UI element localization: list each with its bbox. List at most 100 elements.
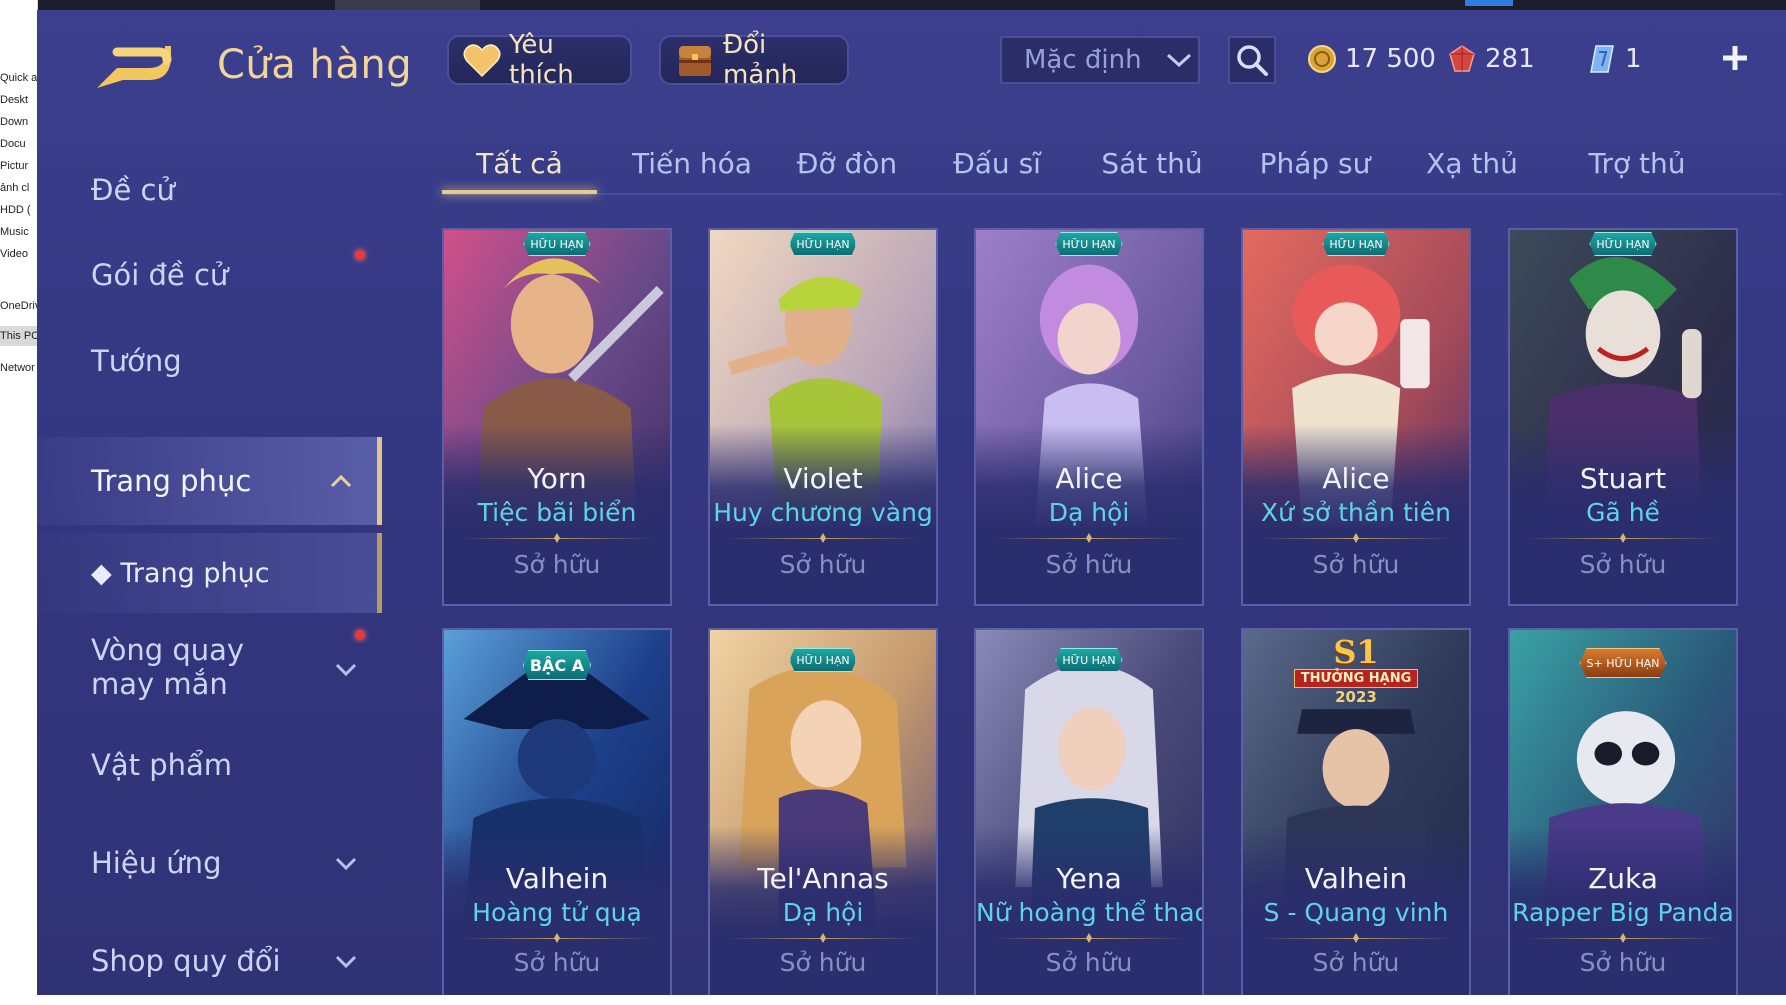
divider [726,538,920,539]
sidebar-item-items[interactable]: Vật phẩm [37,730,382,800]
skin-card[interactable]: HỮU HẠN Yorn Tiệc bãi biển Sở hữu [442,228,672,606]
skin-name: Dạ hội [1048,498,1130,527]
sidebar-item-label: Hiệu ứng [91,846,222,880]
tab-tank[interactable]: Đỡ đòn [782,138,912,190]
skin-name: Nữ hoàng thể thao [976,898,1204,927]
hero-name: Zuka [1588,862,1658,895]
notification-dot [355,630,365,640]
gold-coin-icon [1308,45,1336,73]
divider [460,538,654,539]
tab-assassin[interactable]: Sát thủ [1092,138,1212,190]
divider [1259,938,1453,939]
tab-evolution[interactable]: Tiến hóa [617,138,767,190]
owned-status: Sở hữu [513,550,601,579]
skin-card[interactable]: HỮU HẠN Yena Nữ hoàng thể thao Sở hữu [974,628,1204,995]
sidebar-item-label: Trang phục [91,464,252,498]
sort-selected-value: Mặc định [1024,45,1142,75]
active-tab-indicator [442,190,597,194]
hero-name: Alice [1322,462,1390,495]
tab-marksman[interactable]: Xạ thủ [1412,138,1532,190]
skin-card[interactable]: HỮU HẠN Violet Huy chương vàng Sở hữu [708,228,938,606]
os-window-tab-active[interactable] [1465,0,1513,6]
explorer-item[interactable]: This PC [0,326,37,346]
tab-fighter[interactable]: Đấu sĩ [937,138,1057,190]
owned-status: Sở hữu [1045,550,1133,579]
explorer-item[interactable]: Quick a [0,68,37,88]
search-icon [1237,45,1268,76]
skin-card[interactable]: HỮU HẠN Tel'Annas Dạ hội Sở hữu [708,628,938,995]
owned-status: Sở hữu [1579,948,1667,977]
owned-status: Sở hữu [779,948,867,977]
hero-name: Yena [1056,862,1122,895]
sidebar-item-exchange-shop[interactable]: Shop quy đổi [37,926,382,995]
plus-icon [1723,46,1747,70]
limited-badge: HỮU HẠN [1055,648,1123,672]
limited-badge: HỮU HẠN [1322,232,1390,256]
sidebar-subitem-skins[interactable]: ◆ Trang phục [37,533,382,613]
explorer-item[interactable]: HDD ( [0,200,37,220]
sidebar-item-label: Gói đề cử [91,258,229,292]
chevron-up-icon [330,474,352,488]
os-window-top-bar [0,0,1786,10]
tabs-divider [442,193,1782,195]
sidebar-item-heroes[interactable]: Tướng [37,326,382,396]
skin-card[interactable]: HỮU HẠN Stuart Gã hề Sở hữu [1508,228,1738,606]
sidebar-item-effects[interactable]: Hiệu ứng [37,828,382,898]
os-window-tab[interactable] [335,0,480,10]
skin-card[interactable]: HỮU HẠN Alice Dạ hội Sở hữu [974,228,1204,606]
voucher-balance: 281 [1447,34,1535,84]
file-explorer-nav-pane: Quick a Deskt Down Docu Pictur ảnh cl HD… [0,0,38,1005]
sidebar-item-lucky-wheel[interactable]: Vòng quay may mắn [37,622,382,712]
back-button[interactable] [87,40,177,96]
explorer-item[interactable]: Deskt [0,90,37,110]
tab-all[interactable]: Tất cả [442,138,597,190]
skin-name: Tiệc bãi biển [477,498,637,527]
hero-name: Tel'Annas [757,862,889,895]
sort-dropdown[interactable]: Mặc định [1000,36,1200,84]
game-shop-window: Cửa hàng Yêu thích Đổi mảnh Mặc định 17 … [37,10,1786,995]
tab-mage[interactable]: Pháp sư [1250,138,1380,190]
limited-badge: HỮU HẠN [523,232,591,256]
explorer-item[interactable]: Networ [0,358,37,378]
chevron-down-icon [335,955,357,969]
hero-name: Valhein [1304,862,1408,895]
owned-status: Sở hữu [1312,550,1400,579]
os-bottom-edge [0,995,1786,1005]
diamond-balance: 1 [1587,34,1642,84]
sidebar-item-recommended[interactable]: Đề cử [37,155,382,225]
divider [992,938,1186,939]
divider [1259,538,1453,539]
sidebar-item-recommended-bundles[interactable]: Gói đề cử [37,240,382,310]
hero-name: Yorn [527,462,587,495]
hero-name: Valhein [505,862,609,895]
ranked-reward-badge: S1 THƯỞNG HẠNG 2023 [1293,634,1419,706]
skin-name: Xứ sở thần tiên [1261,498,1451,527]
explorer-item[interactable]: Down [0,112,37,132]
skin-name: Dạ hội [782,898,864,927]
skin-card[interactable]: S+ HỮU HẠN Zuka Rapper Big Panda Sở hữu [1508,628,1738,995]
owned-status: Sở hữu [1579,550,1667,579]
skin-card[interactable]: HỮU HẠN Alice Xứ sở thần tiên Sở hữu [1241,228,1471,606]
tab-support[interactable]: Trợ thủ [1572,138,1702,190]
explorer-item[interactable]: OneDriv [0,296,37,316]
sidebar-item-label: Vòng quay may mắn [91,633,245,701]
skin-card[interactable]: BẬC A Valhein Hoàng tử quạ Sở hữu [442,628,672,995]
explorer-item[interactable]: Docu [0,134,37,154]
favorites-button[interactable]: Yêu thích [447,30,632,90]
blue-crystal-icon [1590,45,1614,73]
skin-name: Huy chương vàng [713,498,933,527]
skin-card[interactable]: S1 THƯỞNG HẠNG 2023 Valhein S - Quang vi… [1241,628,1471,995]
gold-balance: 17 500 [1307,34,1436,84]
add-currency-button[interactable] [1713,36,1757,80]
treasure-chest-icon [675,40,715,80]
sidebar-item-skins[interactable]: Trang phục [37,437,382,525]
explorer-item[interactable]: Video [0,244,37,264]
owned-status: Sở hữu [1045,948,1133,977]
search-button[interactable] [1228,36,1276,84]
exchange-shards-button[interactable]: Đổi mảnh [659,30,849,90]
sidebar-item-label: Tướng [91,344,182,378]
voucher-amount: 281 [1485,44,1535,74]
explorer-item[interactable]: Music [0,222,37,242]
explorer-item[interactable]: ảnh cl [0,178,37,198]
explorer-item[interactable]: Pictur [0,156,37,176]
